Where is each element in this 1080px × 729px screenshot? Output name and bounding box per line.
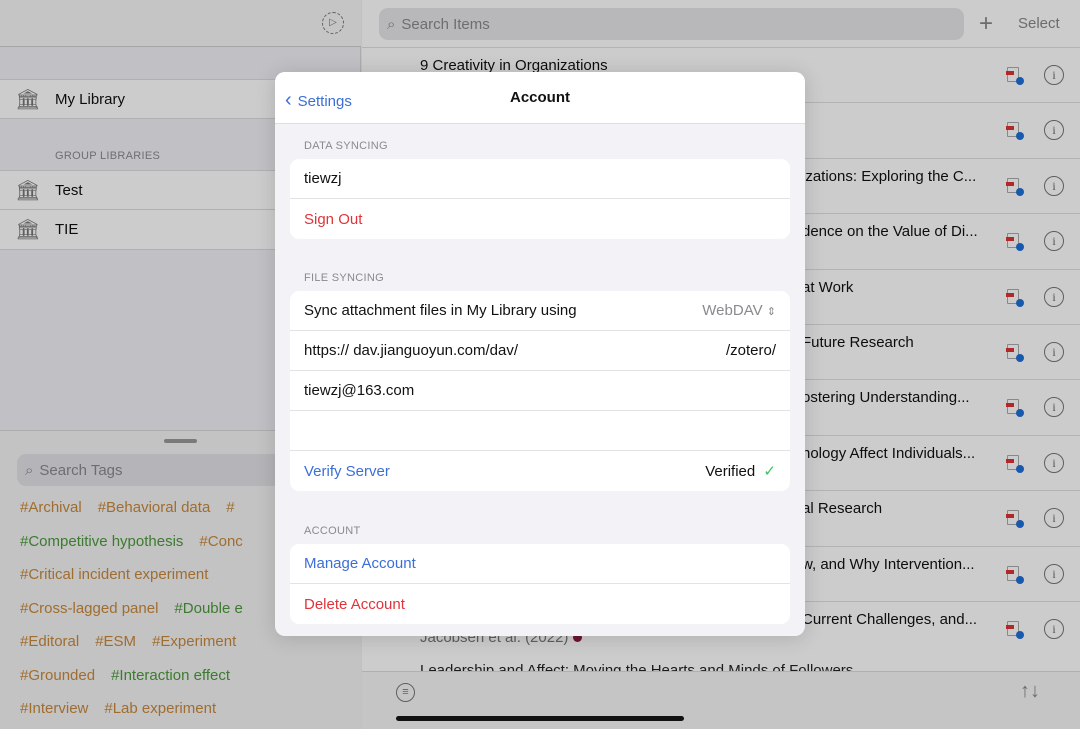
verified-status: Verified <box>705 463 756 480</box>
webdav-username-cell: tiewzj@163.com <box>290 371 790 411</box>
url-scheme: https:// <box>304 342 350 359</box>
verify-server-button[interactable]: Verify Server <box>304 463 390 480</box>
account-group: Manage Account Delete Account <box>290 544 790 624</box>
username-cell: tiewzj <box>290 159 790 199</box>
url-suffix: /zotero/ <box>725 342 776 359</box>
verify-cell: Verify Server Verified ✓ <box>290 451 790 491</box>
chevron-updown-icon: ⇕ <box>766 306 776 318</box>
webdav-password-input[interactable] <box>290 411 790 451</box>
sync-method-cell[interactable]: Sync attachment files in My Library usin… <box>290 291 790 331</box>
sync-method-label: Sync attachment files in My Library usin… <box>304 302 577 319</box>
sign-out-button[interactable]: Sign Out <box>290 199 790 239</box>
sign-out-label: Sign Out <box>304 210 363 228</box>
delete-account-button[interactable]: Delete Account <box>290 584 790 624</box>
manage-account-label: Manage Account <box>304 555 416 572</box>
modal-header: ‹ Settings Account <box>275 72 805 124</box>
webdav-username-input[interactable]: tiewzj@163.com <box>304 382 414 399</box>
manage-account-button[interactable]: Manage Account <box>290 544 790 584</box>
file-syncing-header: FILE SYNCING <box>304 272 385 284</box>
username: tiewzj <box>304 170 342 187</box>
data-syncing-header: DATA SYNCING <box>304 140 388 152</box>
account-modal: ‹ Settings Account DATA SYNCING tiewzj Si… <box>275 72 805 636</box>
account-header: ACCOUNT <box>304 525 361 537</box>
webdav-url-cell: https:// dav.jianguoyun.com/dav/ /zotero/ <box>290 331 790 371</box>
data-syncing-group: tiewzj Sign Out <box>290 159 790 239</box>
modal-title: Account <box>510 89 570 106</box>
file-syncing-group: Sync attachment files in My Library usin… <box>290 291 790 491</box>
home-indicator[interactable] <box>396 716 684 721</box>
webdav-url-input[interactable]: dav.jianguoyun.com/dav/ <box>353 342 518 359</box>
delete-account-label: Delete Account <box>304 595 405 613</box>
checkmark-icon: ✓ <box>763 463 776 480</box>
sync-method-value: WebDAV <box>702 302 763 319</box>
